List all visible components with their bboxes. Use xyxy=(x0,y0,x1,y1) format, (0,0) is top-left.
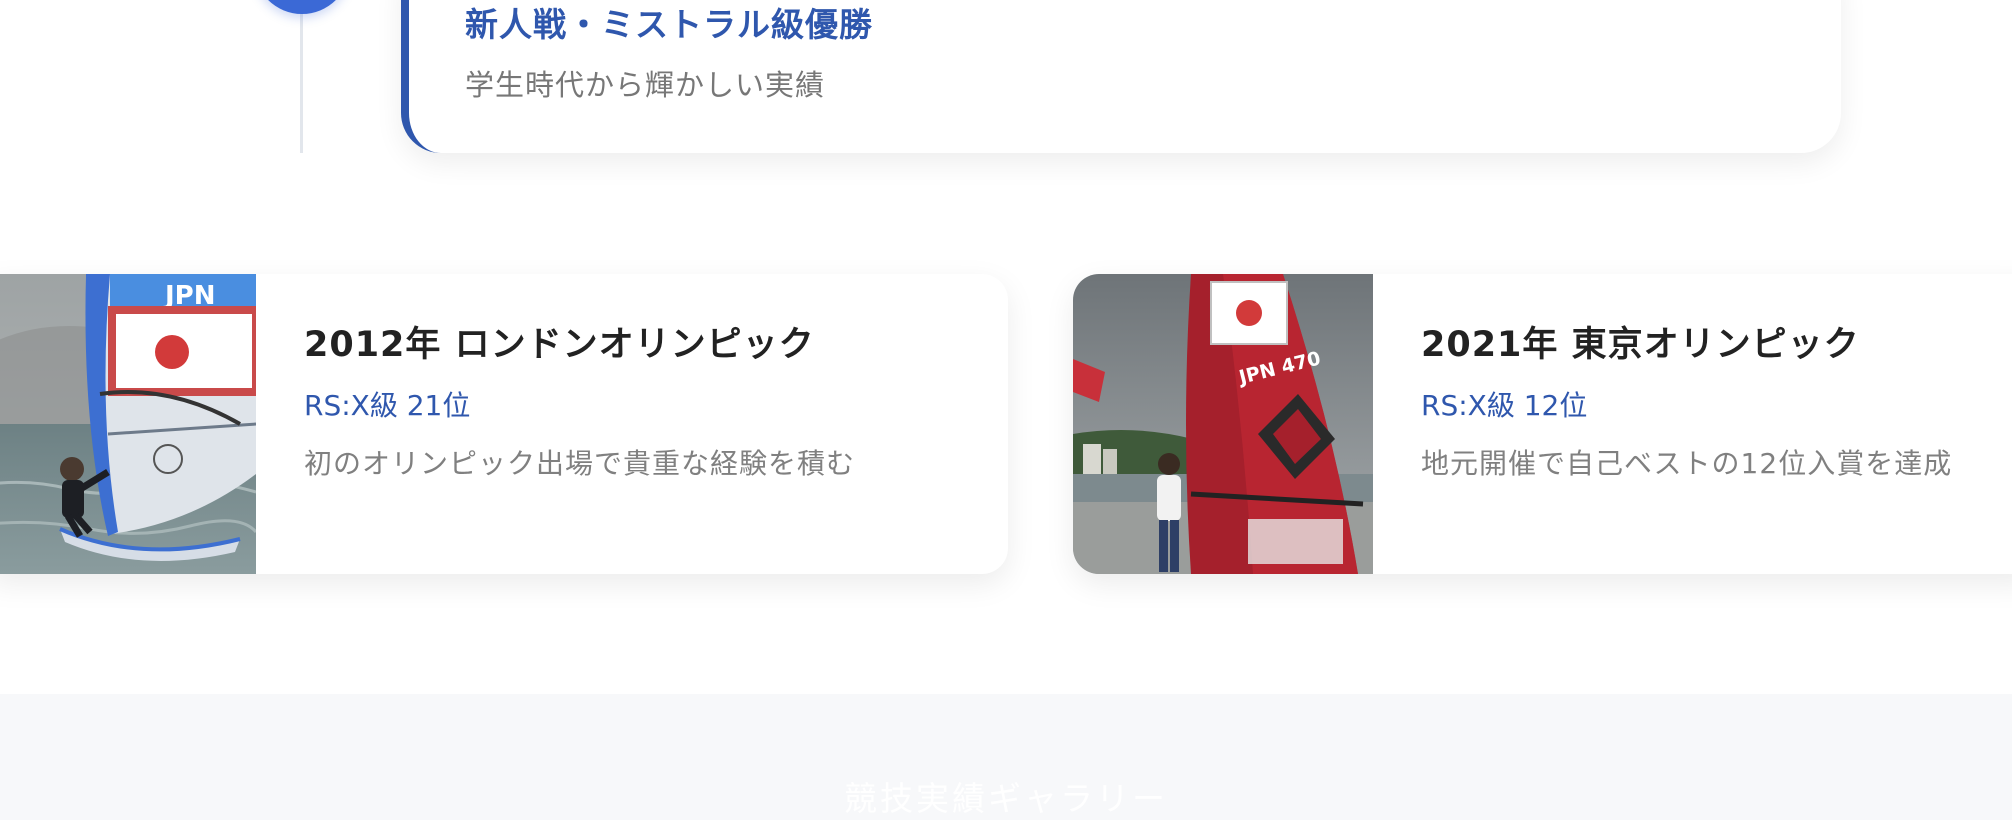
london-description: 初のオリンピック出場で貴重な経験を積む xyxy=(304,447,856,480)
olympic-card-london[interactable]: JPN 2012年 ロンドンオリンピック RS:X級 21位 初のオリンピック出… xyxy=(0,274,1008,574)
tokyo-result: RS:X級 12位 xyxy=(1421,389,1588,422)
timeline-card: 新人戦・ミストラル級優勝 学生時代から輝かしい実績 xyxy=(401,0,1841,153)
tokyo-title: 2021年 東京オリンピック xyxy=(1421,325,1860,365)
timeline-title: 新人戦・ミストラル級優勝 xyxy=(465,5,873,44)
tokyo-windsurf-photo: JPN 470 xyxy=(1073,274,1373,574)
london-result: RS:X級 21位 xyxy=(304,389,471,422)
gallery-section: 競技実績ギャラリー xyxy=(0,694,2012,820)
timeline-marker xyxy=(254,0,350,14)
gallery-title: 競技実績ギャラリー xyxy=(844,779,1168,818)
timeline-description: 学生時代から輝かしい実績 xyxy=(465,68,826,102)
timeline-line xyxy=(300,0,303,153)
london-windsurf-photo: JPN xyxy=(0,274,256,574)
tokyo-description: 地元開催で自己ベストの12位入賞を達成 xyxy=(1421,447,1953,480)
olympic-card-tokyo[interactable]: JPN 470 2021年 東京オリンピック RS:X級 12位 地元開催で自己… xyxy=(1073,274,2012,574)
london-title: 2012年 ロンドンオリンピック xyxy=(304,325,815,365)
